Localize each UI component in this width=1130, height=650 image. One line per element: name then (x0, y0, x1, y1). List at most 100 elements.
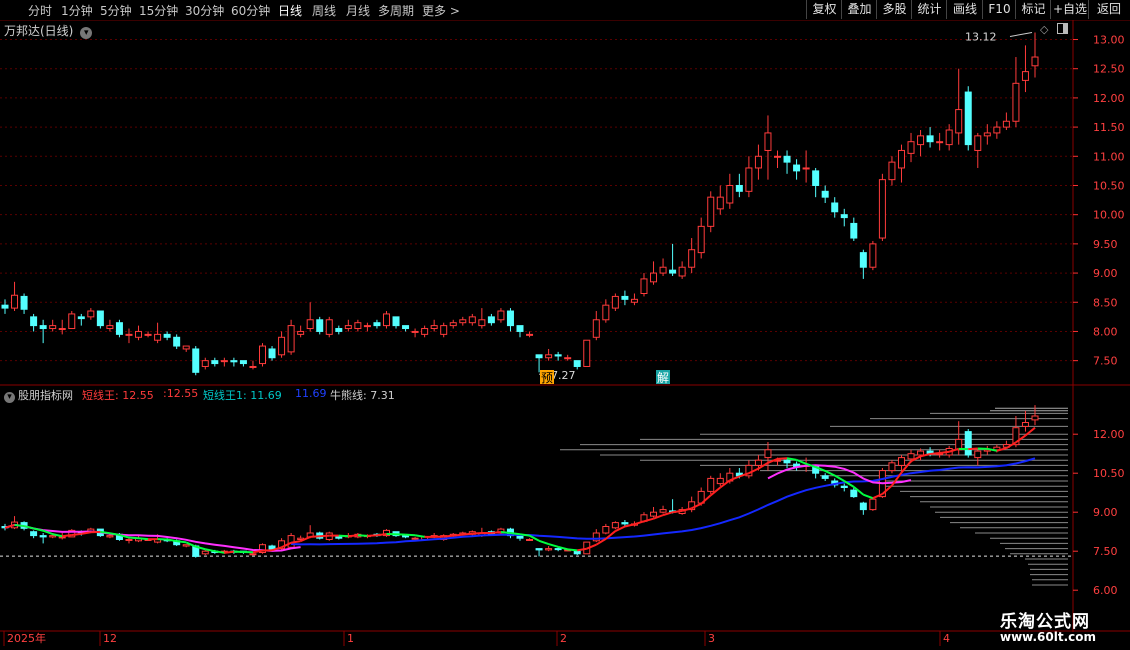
candle-body (459, 319, 467, 324)
candle-body (945, 129, 953, 146)
ind-candle-body (545, 548, 553, 551)
ind-tick-label: 12.00 (1093, 428, 1125, 441)
ind-candle-body (764, 449, 772, 459)
candle-body (688, 249, 696, 268)
ind-candle-body (182, 544, 190, 547)
ma-fast-segment (862, 493, 874, 500)
chevron-down-icon[interactable]: ▾ (4, 392, 15, 403)
ind-candle-body (106, 535, 114, 538)
candle-body (735, 184, 743, 192)
ind-candle-body (650, 511, 658, 517)
candle-body (430, 325, 438, 330)
candle-body (468, 316, 476, 324)
ma-fast-segment (100, 530, 111, 535)
candle-body (745, 167, 753, 192)
candle-body (449, 322, 457, 327)
y-tick-label: 8.50 (1093, 296, 1118, 309)
y-tick-label: 9.00 (1093, 267, 1118, 280)
candle-body (793, 164, 801, 172)
ma-fast-segment (491, 531, 502, 534)
ind-candle-body (554, 548, 562, 551)
candle-body (506, 310, 514, 327)
ind-candle-body (840, 485, 848, 489)
ma-fast-segment (33, 527, 44, 532)
ma-mid-line (4, 523, 301, 552)
indicator-item-3: 11.69 (295, 387, 327, 400)
candle-body (545, 354, 553, 359)
ma-fast-segment (548, 543, 559, 548)
candle-body (869, 243, 877, 268)
candle-body (1002, 120, 1010, 128)
ind-tick-label: 7.50 (1093, 545, 1118, 558)
candle-body (812, 170, 820, 186)
ind-candle-body (535, 548, 543, 551)
candle-body (850, 222, 858, 239)
date-label: 3 (708, 632, 715, 645)
date-label: 12 (103, 632, 117, 645)
candle-body (678, 266, 686, 277)
ind-candle-body (859, 502, 867, 511)
y-tick-label: 11.50 (1093, 121, 1125, 134)
ma-fast-segment (786, 457, 797, 461)
ma-fast-segment (348, 534, 358, 538)
candle-body (611, 295, 619, 309)
ma-fast-segment (834, 474, 845, 482)
candle-body (163, 333, 171, 338)
candle-body (344, 325, 352, 330)
candle-body (564, 357, 572, 360)
ma-fast-segment (176, 540, 187, 544)
candle-body (897, 149, 905, 169)
diamond-icon[interactable]: ◇ (1040, 23, 1048, 36)
y-tick-label: 10.00 (1093, 209, 1125, 222)
candle-body (354, 322, 362, 330)
ma-fast-segment (968, 447, 978, 451)
date-label: 2 (560, 632, 567, 645)
chevron-down-icon[interactable]: ▾ (80, 27, 93, 39)
indicator-name: 股朋指标网 (18, 389, 73, 402)
candle-body (964, 91, 972, 146)
candle-body (859, 252, 867, 268)
candle-body (220, 360, 228, 363)
indicator-item-0: 短线王: 12.55 (82, 389, 154, 402)
candle-body (573, 360, 581, 367)
ind-candle-body (897, 457, 905, 466)
candle-body (411, 330, 419, 333)
candle-body (287, 325, 295, 353)
candle-body (1021, 71, 1029, 81)
candle-body (87, 310, 95, 318)
candle-body (144, 333, 152, 336)
y-tick-label: 12.00 (1093, 92, 1125, 105)
ind-candle-body (125, 539, 133, 541)
candle-body (640, 278, 648, 295)
candle-body (173, 336, 181, 347)
candle-body (30, 316, 38, 327)
ind-candle-body (602, 526, 610, 534)
candle-body (669, 269, 677, 274)
candle-body (382, 313, 390, 327)
date-label: 1 (347, 632, 354, 645)
candle-body (774, 155, 781, 158)
watermark-title: 乐淘公式网 (1000, 612, 1090, 632)
ind-candle-body (335, 536, 343, 539)
candle-body (888, 161, 896, 181)
candle-body (421, 328, 429, 335)
ma-fast-segment (405, 533, 416, 537)
ind-candle-body (526, 539, 534, 541)
candle-body (697, 225, 705, 254)
ma-fast-segment (519, 533, 530, 537)
panel-toggle-icon[interactable] (1057, 23, 1068, 34)
ma-fast-segment (624, 523, 635, 528)
candle-body (583, 339, 591, 367)
candle-body (192, 348, 200, 373)
ma-fast-segment (414, 534, 425, 538)
ind-candle-body (201, 550, 209, 555)
candle-body (917, 135, 925, 146)
indicator-item-1: :12.55 (163, 387, 199, 400)
high-label: 13.12 (965, 31, 997, 44)
ma-fast-segment (634, 520, 645, 526)
ma-fast-segment (376, 532, 387, 537)
ind-candle-body (249, 553, 257, 556)
candle-body (1031, 56, 1039, 67)
candle-body (182, 345, 190, 350)
ind-candle-body (850, 489, 858, 498)
